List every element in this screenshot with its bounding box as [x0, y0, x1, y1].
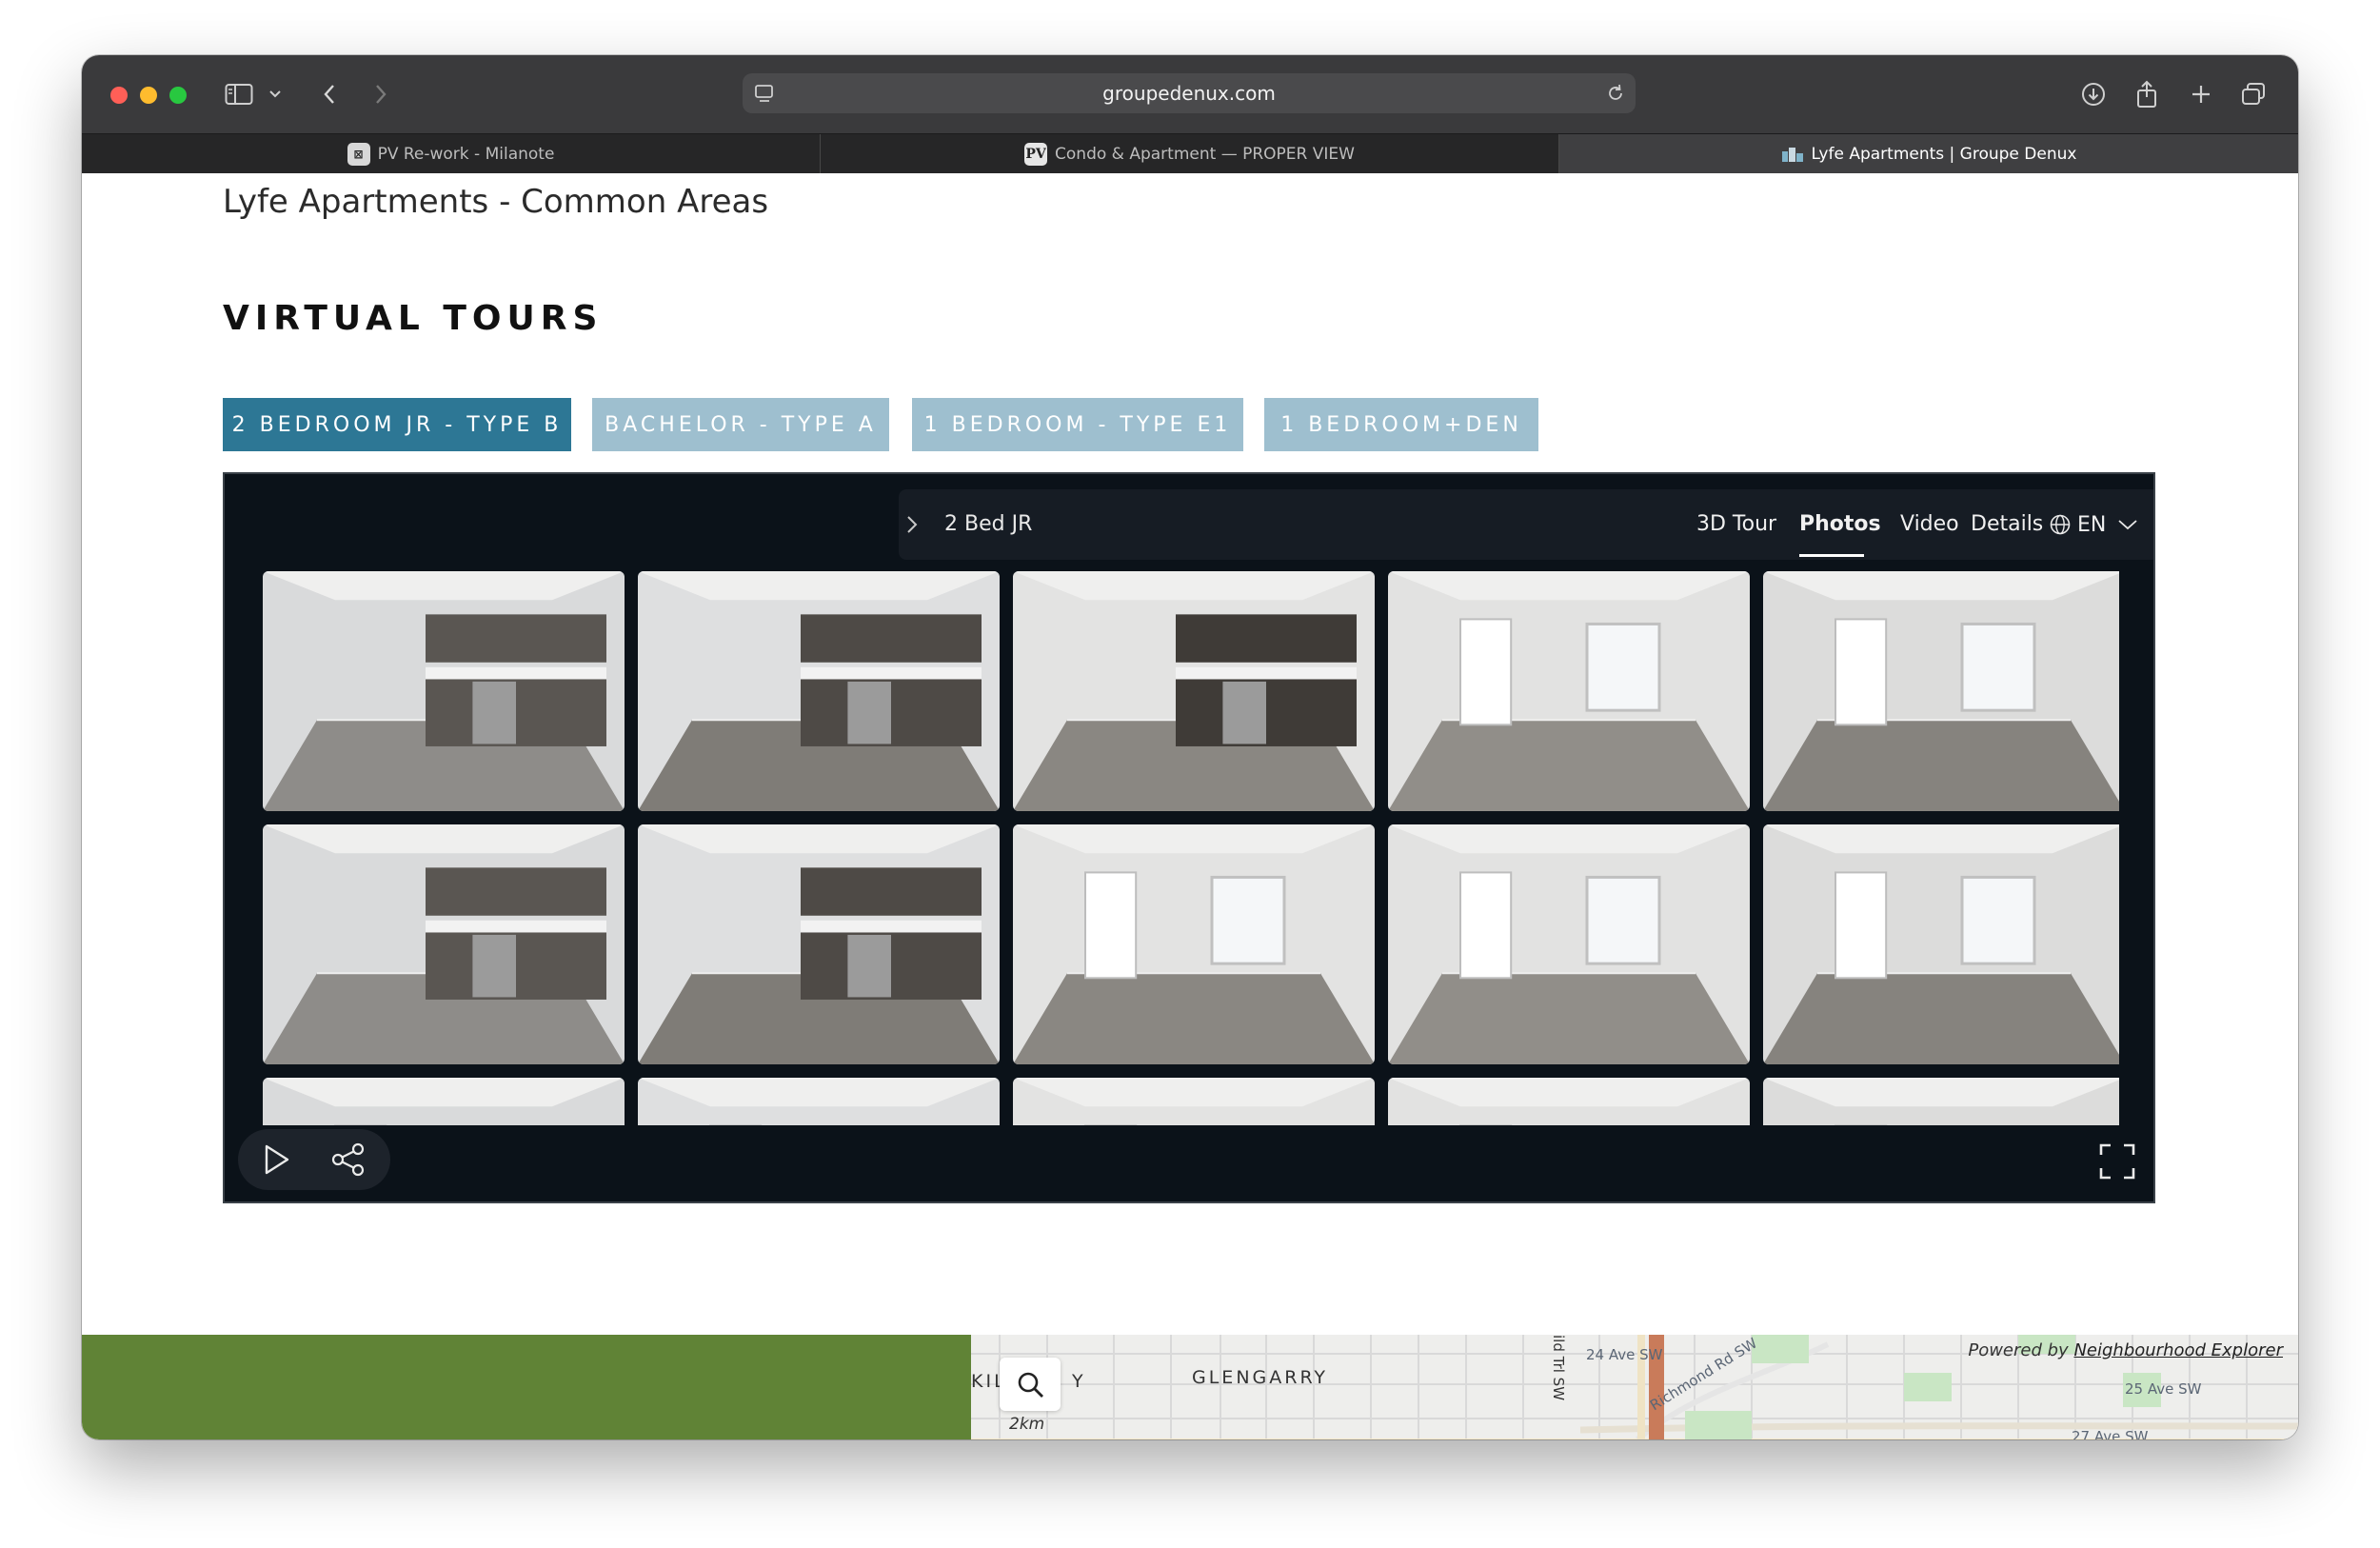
minimize-window-button[interactable]	[140, 87, 157, 104]
street-label: 25 Ave SW	[2125, 1380, 2202, 1398]
new-tab-icon[interactable]	[2188, 74, 2214, 114]
photo-thumbnail[interactable]	[1763, 571, 2119, 811]
photo-grid	[263, 571, 2119, 1125]
nav-photos[interactable]: Photos	[1799, 489, 1881, 560]
section-title: VIRTUAL TOURS	[223, 299, 604, 338]
tour-tab-bachelor[interactable]: BACHELOR - TYPE A	[592, 398, 889, 451]
photo-thumbnail[interactable]	[1013, 1078, 1375, 1125]
photo-thumbnail[interactable]	[1763, 1078, 2119, 1125]
share-icon[interactable]	[2132, 74, 2161, 114]
virtual-tour-viewer[interactable]: 2 Bed JR 3D Tour Photos Video Details EN	[223, 472, 2155, 1203]
tour-tab-1-bedroom-e1[interactable]: 1 BEDROOM - TYPE E1	[912, 398, 1243, 451]
map-scale: 2km	[1009, 1415, 1045, 1434]
photo-thumbnail[interactable]	[1388, 1078, 1750, 1125]
street-label: 24 Ave SW	[1586, 1346, 1663, 1363]
active-nav-underline	[1799, 554, 1864, 557]
viewer-header: 2 Bed JR 3D Tour Photos Video Details EN	[899, 489, 2153, 560]
downloads-icon[interactable]	[2079, 74, 2108, 114]
browser-window: groupedenux.com ⊠ PV Re-work - Milanote …	[82, 55, 2298, 1439]
photo-thumbnail[interactable]	[1013, 571, 1375, 811]
proper-view-icon: PV	[1024, 143, 1048, 166]
search-icon	[1018, 1372, 1043, 1398]
back-icon[interactable]	[318, 74, 341, 114]
powered-by: Powered by Neighbourhood Explorer	[1968, 1340, 2283, 1360]
photo-thumbnail[interactable]	[263, 1078, 625, 1125]
photo-thumbnail[interactable]	[638, 824, 1000, 1064]
street-label: 27 Ave SW	[2072, 1428, 2149, 1439]
page-heading: Lyfe Apartments - Common Areas	[223, 183, 769, 221]
map-search-button[interactable]	[1000, 1358, 1061, 1411]
neighbourhood-map[interactable]: KIL Y GLENGARRY 24 Ave SW Richmond Rd SW…	[971, 1335, 2298, 1439]
tour-tab-2-bedroom-jr[interactable]: 2 BEDROOM JR - TYPE B	[223, 398, 571, 451]
address-bar[interactable]: groupedenux.com	[743, 73, 1636, 113]
photo-thumbnail[interactable]	[1388, 571, 1750, 811]
map-area-label: GLENGARRY	[1192, 1367, 1329, 1388]
reload-icon[interactable]	[1605, 83, 1626, 104]
neighbourhood-explorer-link[interactable]: Neighbourhood Explorer	[2073, 1340, 2283, 1360]
tour-tab-1-bedroom-den[interactable]: 1 BEDROOM+DEN	[1264, 398, 1538, 451]
nav-3d-tour[interactable]: 3D Tour	[1696, 489, 1776, 560]
photo-thumbnail[interactable]	[1763, 824, 2119, 1064]
fullscreen-icon[interactable]	[2098, 1142, 2136, 1181]
language-label: EN	[2077, 512, 2107, 537]
photo-thumbnail[interactable]	[638, 571, 1000, 811]
photo-thumbnail[interactable]	[1013, 824, 1375, 1064]
viewer-controls	[238, 1129, 390, 1190]
tab-label: Lyfe Apartments | Groupe Denux	[1811, 145, 2077, 164]
tour-title: 2 Bed JR	[944, 512, 1033, 536]
photo-thumbnail[interactable]	[638, 1078, 1000, 1125]
url-text: groupedenux.com	[1102, 82, 1276, 105]
milanote-icon: ⊠	[347, 143, 370, 166]
web-page: Lyfe Apartments - Common Areas VIRTUAL T…	[82, 173, 2298, 1439]
photo-thumbnail[interactable]	[263, 824, 625, 1064]
chevron-down-icon[interactable]	[267, 74, 284, 114]
nav-details[interactable]: Details	[1971, 489, 2043, 560]
tab-milanote[interactable]: ⊠ PV Re-work - Milanote	[82, 134, 821, 174]
tab-bar: ⊠ PV Re-work - Milanote PV Condo & Apart…	[82, 133, 2298, 174]
sidebar-icon[interactable]	[223, 74, 255, 114]
street-label: ild Trl SW	[1550, 1335, 1567, 1401]
play-icon[interactable]	[259, 1142, 293, 1177]
photo-thumbnail[interactable]	[263, 571, 625, 811]
close-window-button[interactable]	[110, 87, 128, 104]
share-icon[interactable]	[329, 1142, 367, 1177]
language-selector[interactable]: EN	[2049, 489, 2138, 560]
globe-icon	[2050, 514, 2071, 535]
tab-label: PV Re-work - Milanote	[377, 145, 555, 164]
zoom-window-button[interactable]	[169, 87, 187, 104]
expand-chevron-icon[interactable]	[902, 512, 922, 537]
map-area-label: Y	[1072, 1371, 1086, 1392]
green-panel	[82, 1335, 971, 1439]
tab-label: Condo & Apartment — PROPER VIEW	[1055, 145, 1355, 164]
powered-by-text: Powered by	[1968, 1340, 2069, 1360]
forward-icon[interactable]	[369, 74, 392, 114]
tab-proper-view[interactable]: PV Condo & Apartment — PROPER VIEW	[821, 134, 1559, 174]
groupe-denux-icon	[1781, 143, 1804, 166]
nav-video[interactable]: Video	[1900, 489, 1959, 560]
browser-toolbar: groupedenux.com	[82, 55, 2298, 133]
tab-groupe-denux[interactable]: Lyfe Apartments | Groupe Denux	[1559, 134, 2298, 174]
tab-overview-icon[interactable]	[2239, 74, 2268, 114]
photo-thumbnail[interactable]	[1388, 824, 1750, 1064]
chevron-down-icon	[2118, 520, 2137, 530]
